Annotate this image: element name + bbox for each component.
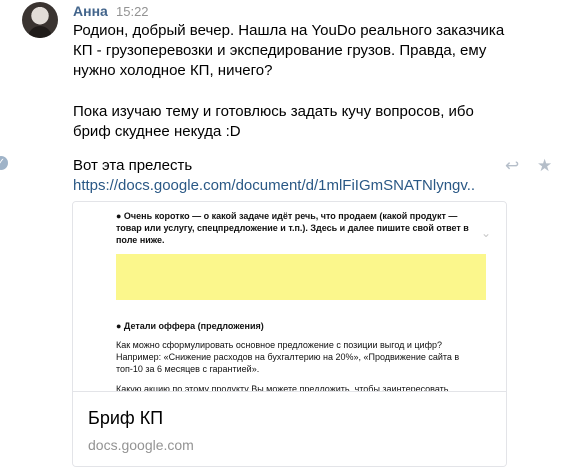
card-footer[interactable]: Бриф КП docs.google.com [73,391,506,466]
preview-text: ● Очень коротко — о какой задаче идёт ре… [116,211,458,221]
message-text-line: нужно холодное КП, ничего? [73,62,273,79]
author-name[interactable]: Анна [73,3,108,19]
preview-text: топ-10 за 6 месяцев с гарантией». [116,364,260,374]
message-text-line: Родион, добрый вечер. Нашла на YouDo реа… [73,22,505,39]
avatar[interactable] [22,2,58,38]
message-text-line: бриф скуднее некуда :D [73,123,241,140]
document-preview[interactable]: ● Очень коротко — о какой задаче идёт ре… [73,202,506,394]
preview-text: поле ниже. [116,235,165,245]
preview-text: Как можно сформулировать основное предло… [116,340,442,350]
preview-text: товар или услугу, спецпредложение и т.п.… [116,223,469,233]
document-link[interactable]: https://docs.google.com/document/d/1mlFi… [73,176,475,196]
check-circle-icon: ✓ [0,156,8,170]
preview-text: ● Детали оффера (предложения) [116,321,264,331]
message-time[interactable]: 15:22 [116,4,149,19]
link-preview-card[interactable]: ● Очень коротко — о какой задаче идёт ре… [72,201,507,467]
chevron-down-icon: ⌄ [481,226,492,240]
preview-text: Например: «Снижение расходов на бухгалте… [116,352,460,362]
message-text-line: КП - грузоперевозки и экспедирование гру… [73,42,487,59]
message-text-line: Вот эта прелесть [73,157,193,174]
card-title[interactable]: Бриф КП [88,408,163,429]
answer-field-highlight [116,254,486,300]
card-domain: docs.google.com [88,437,194,453]
message-text-line: Пока изучаю тему и готовлюсь задать кучу… [73,103,474,120]
reply-icon[interactable]: ↩ [505,156,519,176]
star-icon[interactable]: ★ [537,156,552,176]
